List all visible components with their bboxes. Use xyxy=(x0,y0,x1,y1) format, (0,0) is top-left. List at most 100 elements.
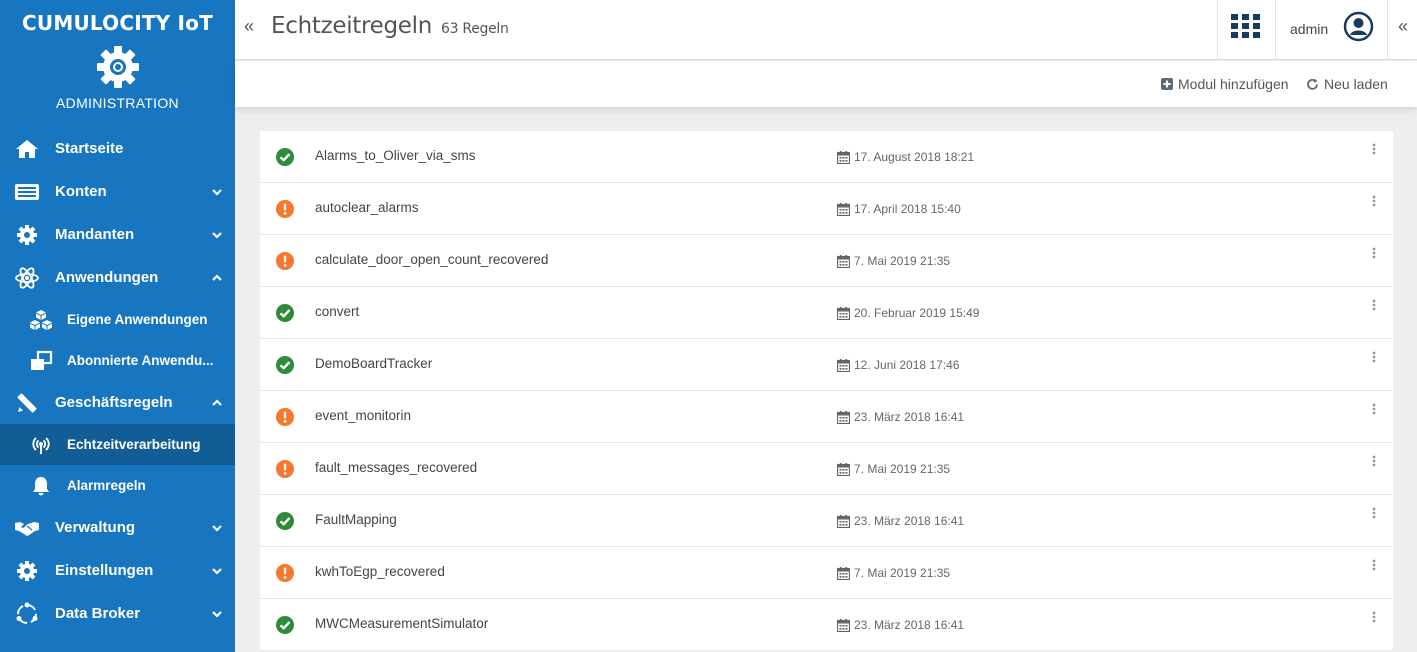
chevron-down-icon xyxy=(212,188,222,196)
header-divider xyxy=(1387,0,1388,60)
sidebar-item-label: Abonnierte Anwendu... xyxy=(67,353,214,368)
more-vertical-icon[interactable] xyxy=(1369,559,1379,573)
calendar-icon xyxy=(837,254,850,268)
sidebar-item-startseite[interactable]: Startseite xyxy=(0,127,235,170)
sidebar-item-eigene-anwendungen[interactable]: Eigene Anwendungen xyxy=(0,299,235,340)
more-vertical-icon[interactable] xyxy=(1369,195,1379,209)
rule-name[interactable]: event_monitorin xyxy=(315,408,411,423)
sidebar: CUMULOCITY IoT ADMINISTRATION Startseite… xyxy=(0,0,235,652)
top-header: « Echtzeitregeln 63 Regeln admin « xyxy=(235,0,1417,60)
rule-date-text: 23. März 2018 16:41 xyxy=(854,514,965,528)
rule-date-text: 7. Mai 2019 21:35 xyxy=(854,254,951,268)
sidebar-item-label: Echtzeitverarbeitung xyxy=(67,437,201,452)
sidebar-item-abonnierte-anwendungen[interactable]: Abonnierte Anwendu... xyxy=(0,340,235,381)
sidebar-item-geschaeftsregeln[interactable]: Geschäftsregeln xyxy=(0,381,235,424)
rule-date-text: 7. Mai 2019 21:35 xyxy=(854,566,951,580)
add-module-label: Modul hinzufügen xyxy=(1178,76,1289,92)
sidebar-item-verwaltung[interactable]: Verwaltung xyxy=(0,506,235,549)
header-divider xyxy=(1275,0,1276,60)
more-vertical-icon[interactable] xyxy=(1369,611,1379,625)
rules-list: Alarms_to_Oliver_via_sms 17. August 2018 … xyxy=(260,131,1393,651)
table-row[interactable]: calculate_door_open_count_recovered 7. Ma… xyxy=(260,235,1393,287)
sidebar-item-alarmregeln[interactable]: Alarmregeln xyxy=(0,465,235,506)
table-row[interactable]: event_monitorin 23. März 2018 16:41 xyxy=(260,391,1393,443)
rule-date-text: 23. März 2018 16:41 xyxy=(854,410,965,424)
app-name: ADMINISTRATION xyxy=(56,95,179,111)
collapse-sidebar-icon[interactable]: « xyxy=(244,16,254,37)
rule-name[interactable]: Alarms_to_Oliver_via_sms xyxy=(315,148,476,163)
action-bar: Modul hinzufügen Neu laden xyxy=(235,61,1417,107)
rule-date: 23. März 2018 16:41 xyxy=(837,618,964,632)
table-row[interactable]: fault_messages_recovered 7. Mai 2019 21:3… xyxy=(260,443,1393,495)
cubes-icon xyxy=(28,309,54,331)
table-row[interactable]: Alarms_to_Oliver_via_sms 17. August 2018 … xyxy=(260,131,1393,183)
brand: CUMULOCITY IoT ADMINISTRATION xyxy=(0,0,235,128)
calendar-icon xyxy=(837,150,850,164)
broadcast-icon xyxy=(28,434,54,456)
more-vertical-icon[interactable] xyxy=(1369,507,1379,521)
exclamation-circle-icon xyxy=(276,200,294,218)
check-circle-icon xyxy=(276,304,294,322)
accounts-icon xyxy=(14,181,40,203)
more-vertical-icon[interactable] xyxy=(1369,299,1379,313)
more-vertical-icon[interactable] xyxy=(1369,351,1379,365)
more-vertical-icon[interactable] xyxy=(1369,247,1379,261)
calendar-icon xyxy=(837,618,850,632)
user-name[interactable]: admin xyxy=(1290,21,1328,37)
rule-name[interactable]: MWCMeasurementSimulator xyxy=(315,616,488,631)
sidebar-item-einstellungen[interactable]: Einstellungen xyxy=(0,549,235,592)
exclamation-circle-icon xyxy=(276,252,294,270)
table-row[interactable]: DemoBoardTracker 12. Juni 2018 17:46 xyxy=(260,339,1393,391)
rule-date-text: 23. März 2018 16:41 xyxy=(854,618,965,632)
reload-button[interactable]: Neu laden xyxy=(1306,76,1388,92)
rule-name[interactable]: DemoBoardTracker xyxy=(315,356,432,371)
rule-date-text: 12. Juni 2018 17:46 xyxy=(854,358,960,372)
more-vertical-icon[interactable] xyxy=(1369,455,1379,469)
sidebar-item-anwendungen[interactable]: Anwendungen xyxy=(0,256,235,299)
rule-name[interactable]: fault_messages_recovered xyxy=(315,460,477,475)
add-module-button[interactable]: Modul hinzufügen xyxy=(1161,76,1289,92)
rule-name[interactable]: autoclear_alarms xyxy=(315,200,419,215)
table-row[interactable]: MWCMeasurementSimulator 23. März 2018 16:… xyxy=(260,599,1393,651)
rule-date: 20. Februar 2019 15:49 xyxy=(837,306,979,320)
calendar-icon xyxy=(837,202,850,216)
rule-name[interactable]: calculate_door_open_count_recovered xyxy=(315,252,548,267)
sidebar-item-konten[interactable]: Konten xyxy=(0,170,235,213)
home-icon xyxy=(14,138,40,160)
chevron-down-icon xyxy=(212,610,222,618)
header-divider xyxy=(1217,0,1218,60)
page-title-text: Echtzeitregeln xyxy=(271,13,433,39)
rule-date-text: 20. Februar 2019 15:49 xyxy=(854,306,980,320)
brand-title: CUMULOCITY IoT xyxy=(22,11,213,35)
gear-icon xyxy=(14,560,40,582)
chevron-down-icon xyxy=(212,567,222,575)
collapse-right-panel-icon[interactable]: « xyxy=(1398,16,1408,37)
more-vertical-icon[interactable] xyxy=(1369,143,1379,157)
table-row[interactable]: FaultMapping 23. März 2018 16:41 xyxy=(260,495,1393,547)
table-row[interactable]: kwhToEgp_recovered 7. Mai 2019 21:35 xyxy=(260,547,1393,599)
sidebar-item-data-broker[interactable]: Data Broker xyxy=(0,592,235,635)
sidebar-item-label: Mandanten xyxy=(55,226,135,243)
rule-name[interactable]: kwhToEgp_recovered xyxy=(315,564,445,579)
table-row[interactable]: autoclear_alarms 17. April 2018 15:40 xyxy=(260,183,1393,235)
rule-name[interactable]: FaultMapping xyxy=(315,512,397,527)
tenants-icon xyxy=(14,224,40,246)
sidebar-item-label: Anwendungen xyxy=(55,269,159,286)
exclamation-circle-icon xyxy=(276,564,294,582)
calendar-icon xyxy=(837,306,850,320)
user-avatar-icon[interactable] xyxy=(1343,11,1374,42)
sidebar-item-label: Einstellungen xyxy=(55,562,154,579)
sidebar-item-echtzeitverarbeitung[interactable]: Echtzeitverarbeitung xyxy=(0,424,235,465)
atom-icon xyxy=(14,266,40,289)
rule-date: 17. August 2018 18:21 xyxy=(837,150,974,164)
rule-name[interactable]: convert xyxy=(315,304,359,319)
rule-date: 7. Mai 2019 21:35 xyxy=(837,462,950,476)
check-circle-icon xyxy=(276,148,294,166)
table-row[interactable]: convert 20. Februar 2019 15:49 xyxy=(260,287,1393,339)
bell-icon xyxy=(28,475,54,497)
sidebar-item-mandanten[interactable]: Mandanten xyxy=(0,213,235,256)
more-vertical-icon[interactable] xyxy=(1369,403,1379,417)
rule-date-text: 17. April 2018 15:40 xyxy=(854,202,961,216)
calendar-icon xyxy=(837,462,850,476)
app-switcher-icon[interactable] xyxy=(1231,14,1261,38)
